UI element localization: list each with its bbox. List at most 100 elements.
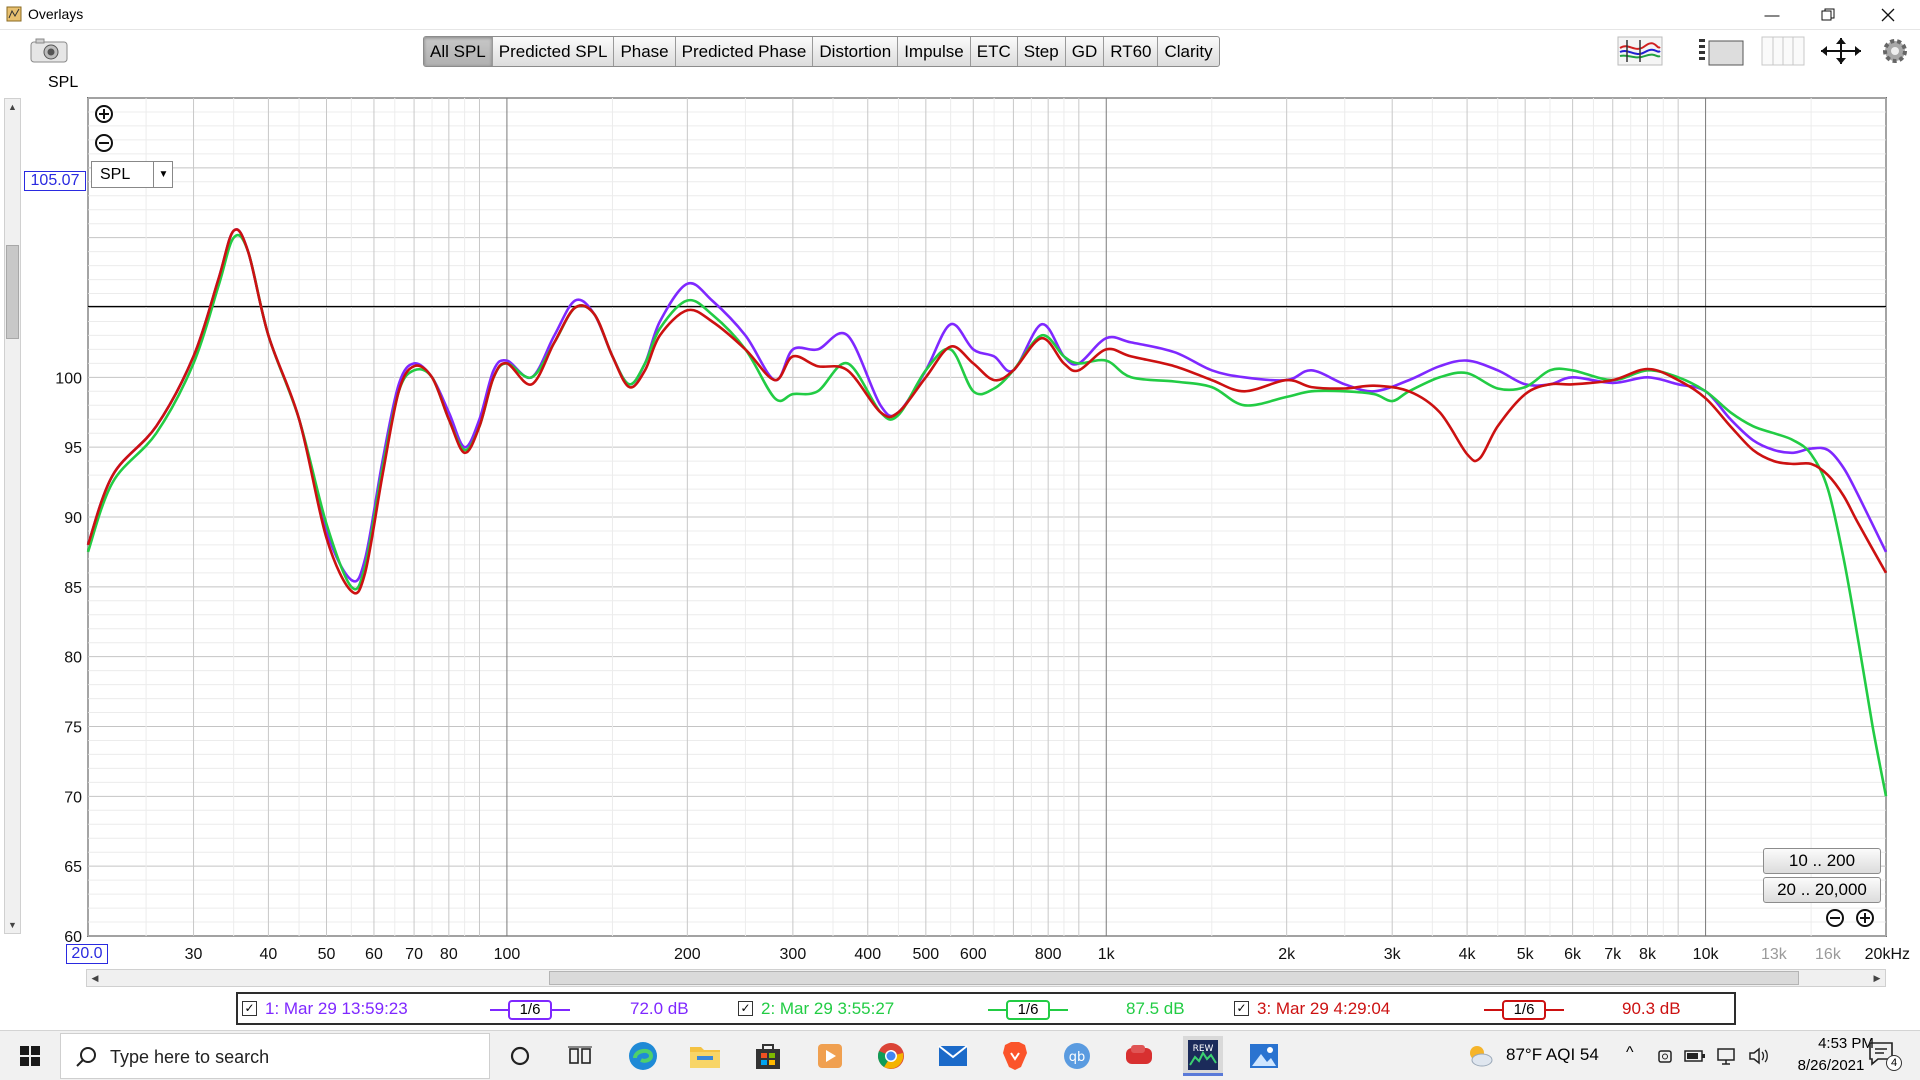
cursor-y-readout[interactable]: 105.07	[24, 171, 86, 191]
folder-icon	[690, 1047, 720, 1068]
zoom-out-icon	[95, 134, 113, 152]
x-tick-label: 60	[365, 946, 383, 963]
media-player-app[interactable]	[812, 1038, 848, 1074]
y-tick-label: 80	[64, 650, 82, 667]
zoom-in-button[interactable]	[94, 104, 114, 124]
legend-item: ✓ 1: Mar 29 13:59:23	[242, 994, 408, 1023]
notification-count: 4	[1886, 1055, 1902, 1071]
search-placeholder: Type here to search	[110, 1047, 270, 1067]
spl-graph[interactable]: 60 65 70 75 80 85 90 95 100 30 40 50 60 70 80 100 200 30…	[0, 0, 1920, 970]
x-tick-label: 10k	[1693, 946, 1720, 963]
task-view-button[interactable]	[562, 1038, 598, 1074]
x-tick-label: 1k	[1098, 946, 1116, 963]
cortana-button[interactable]	[502, 1038, 538, 1074]
chrome-icon	[877, 1043, 904, 1069]
anydesk-app[interactable]	[1121, 1038, 1157, 1074]
legend-label: 2: Mar 29 3:55:27	[761, 998, 895, 1018]
chrome-app[interactable]	[873, 1038, 909, 1074]
scroll-right-arrow[interactable]: ▶	[1869, 970, 1885, 986]
measurement-checkbox[interactable]: ✓	[1234, 1001, 1249, 1016]
legend-item: ✓ 3: Mar 29 4:29:04	[1234, 994, 1390, 1023]
smoothing-value: 1/6	[1502, 1000, 1546, 1020]
brave-app[interactable]	[997, 1038, 1033, 1074]
system-tray	[1656, 1045, 1776, 1067]
rew-app[interactable]: REW	[1183, 1036, 1223, 1076]
windows-icon	[20, 1046, 40, 1066]
taskbar: Type here to search qb REW 87°F AQI 54 ^…	[0, 1030, 1920, 1080]
y-tick-label: 65	[64, 859, 82, 876]
x-tick-label: 8k	[1639, 946, 1657, 963]
mail-app[interactable]	[935, 1038, 971, 1074]
chevron-down-icon[interactable]: ▼	[153, 162, 173, 187]
smoothing-control[interactable]: 1/6	[490, 999, 570, 1021]
horizontal-scroll-thumb[interactable]	[549, 971, 1799, 985]
x-tick-label: 400	[854, 946, 881, 963]
x-tick-label: 50	[318, 946, 336, 963]
x-tick-label: 20kHz	[1865, 946, 1910, 963]
x-start-readout[interactable]: 20.0	[66, 944, 108, 964]
weather-text[interactable]: 87°F AQI 54	[1506, 1045, 1599, 1065]
y-axis-ticks: 6065707580859095100	[55, 370, 82, 946]
smoothing-value: 1/6	[508, 1000, 552, 1020]
start-button[interactable]	[12, 1038, 48, 1074]
x-tick-label: 200	[674, 946, 701, 963]
range-20-20000-button[interactable]: 20 .. 20,000	[1763, 877, 1881, 903]
store-app[interactable]	[750, 1038, 786, 1074]
battery-icon[interactable]	[1684, 1048, 1706, 1064]
graph-select[interactable]: SPL ▼	[91, 161, 173, 188]
network-icon[interactable]	[1716, 1047, 1738, 1065]
volume-icon[interactable]	[1748, 1047, 1770, 1065]
scroll-left-arrow[interactable]: ◀	[87, 970, 103, 986]
y-tick-label: 95	[64, 440, 82, 457]
legend-level: 87.5 dB	[1126, 999, 1185, 1018]
x-tick-label: 40	[260, 946, 278, 963]
x-tick-label: 6k	[1564, 946, 1582, 963]
horizontal-scrollbar[interactable]: ◀ ▶	[86, 969, 1886, 987]
search-icon	[76, 1047, 96, 1067]
notifications-button[interactable]: 4	[1868, 1041, 1904, 1071]
measurement-checkbox[interactable]: ✓	[242, 1001, 257, 1016]
smoothing-control[interactable]: 1/6	[988, 999, 1068, 1021]
mail-icon	[938, 1045, 968, 1066]
qbittorrent-icon: qb	[1064, 1043, 1090, 1069]
rew-icon: REW	[1188, 1039, 1218, 1070]
smoothing-control[interactable]: 1/6	[1484, 999, 1564, 1021]
x-tick-label: 80	[440, 946, 458, 963]
legend-item: ✓ 2: Mar 29 3:55:27	[738, 994, 894, 1023]
x-zoom-in-button[interactable]	[1855, 908, 1875, 928]
x-tick-label: 2k	[1278, 946, 1296, 963]
photos-app[interactable]	[1246, 1038, 1282, 1074]
x-zoom-out-button[interactable]	[1825, 908, 1845, 928]
x-tick-label: 3k	[1384, 946, 1402, 963]
weather-widget[interactable]	[1466, 1043, 1494, 1069]
photos-icon	[1250, 1044, 1278, 1068]
y-tick-label: 100	[55, 370, 82, 387]
x-tick-label: 70	[405, 946, 423, 963]
store-icon	[756, 1044, 780, 1069]
range-10-200-button[interactable]: 10 .. 200	[1763, 848, 1881, 874]
x-tick-label: 600	[960, 946, 987, 963]
edge-app[interactable]	[625, 1038, 661, 1074]
y-tick-label: 85	[64, 580, 82, 597]
file-explorer-app[interactable]	[687, 1038, 723, 1074]
x-tick-label: 30	[185, 946, 203, 963]
measurement-checkbox[interactable]: ✓	[738, 1001, 753, 1016]
x-tick-label: 7k	[1604, 946, 1622, 963]
qbittorrent-app[interactable]: qb	[1059, 1038, 1095, 1074]
x-axis-ticks: 30 40 50 60 70 80 100 200 300 400 500 600 800 1k 2k 3k 4…	[185, 946, 1910, 963]
camera-tray-icon[interactable]	[1656, 1047, 1674, 1065]
taskbar-search[interactable]: Type here to search	[60, 1033, 490, 1079]
legend-label: 1: Mar 29 13:59:23	[265, 998, 408, 1018]
x-tick-label: 300	[780, 946, 807, 963]
measurement-legend: ✓ 1: Mar 29 13:59:23 1/6 72.0 dB ✓ 2: Ma…	[236, 992, 1736, 1025]
y-tick-label: 70	[64, 789, 82, 806]
edge-icon	[629, 1042, 657, 1070]
graph-select-value: SPL	[100, 166, 131, 183]
x-tick-label: 500	[912, 946, 939, 963]
zoom-in-icon	[1856, 909, 1874, 927]
y-tick-label: 75	[64, 720, 82, 737]
chevron-up-icon[interactable]: ^	[1626, 1044, 1634, 1062]
zoom-out-button[interactable]	[94, 133, 114, 153]
x-tick-label: 16k	[1815, 946, 1842, 963]
legend-label: 3: Mar 29 4:29:04	[1257, 998, 1391, 1018]
